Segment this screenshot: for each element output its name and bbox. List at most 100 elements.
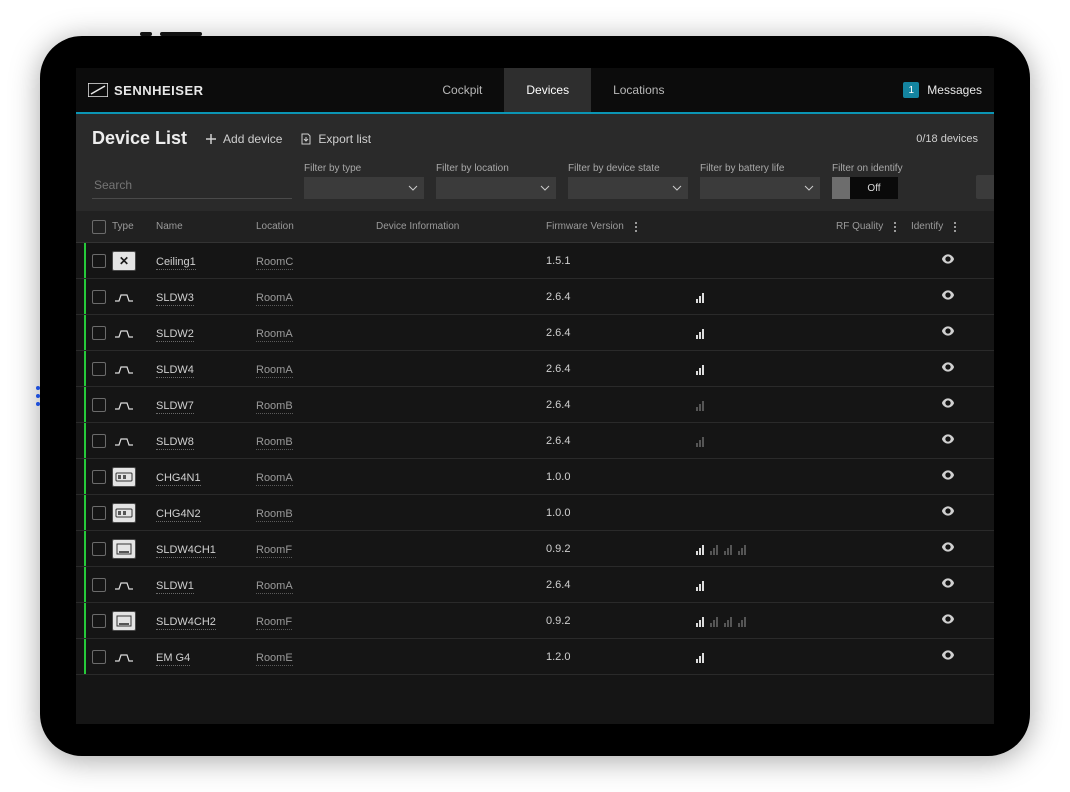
rf-cell: [696, 291, 896, 303]
col-type[interactable]: Type: [112, 221, 156, 232]
device-name-link[interactable]: SLDW4: [156, 364, 194, 378]
col-identify[interactable]: Identify: [896, 221, 956, 232]
row-checkbox[interactable]: [92, 434, 106, 448]
export-list-button[interactable]: Export list: [300, 132, 371, 146]
filter-location-select[interactable]: [436, 177, 556, 199]
device-location-link[interactable]: RoomA: [256, 292, 293, 306]
row-checkbox[interactable]: [92, 650, 106, 664]
row-checkbox[interactable]: [92, 614, 106, 628]
table-row: SLDW3 RoomA 2.6.4: [76, 279, 994, 315]
device-type-mic-icon: [112, 287, 136, 307]
filter-type-select[interactable]: [304, 177, 424, 199]
device-location-link[interactable]: RoomF: [256, 616, 292, 630]
device-location-link[interactable]: RoomE: [256, 652, 293, 666]
identify-button[interactable]: [896, 467, 956, 486]
device-location-link[interactable]: RoomC: [256, 256, 293, 270]
tab-locations[interactable]: Locations: [591, 68, 686, 112]
row-checkbox[interactable]: [92, 326, 106, 340]
identify-button[interactable]: [896, 539, 956, 558]
identify-button[interactable]: [896, 323, 956, 342]
eye-icon: [940, 431, 956, 447]
device-location-link[interactable]: RoomB: [256, 400, 293, 414]
device-location-link[interactable]: RoomB: [256, 508, 293, 522]
firmware-cell: 2.6.4: [546, 435, 696, 447]
filter-state-label: Filter by device state: [568, 163, 688, 174]
device-name-link[interactable]: EM G4: [156, 652, 190, 666]
firmware-cell: 1.0.0: [546, 471, 696, 483]
device-name-link[interactable]: SLDW8: [156, 436, 194, 450]
eye-icon: [940, 611, 956, 627]
row-checkbox[interactable]: [92, 398, 106, 412]
device-location-link[interactable]: RoomA: [256, 328, 293, 342]
table-row: SLDW4 RoomA 2.6.4: [76, 351, 994, 387]
device-location-link[interactable]: RoomA: [256, 472, 293, 486]
firmware-cell: 2.6.4: [546, 363, 696, 375]
add-device-button[interactable]: Add device: [205, 132, 282, 146]
table-row: CHG4N2 RoomB 1.0.0: [76, 495, 994, 531]
col-name[interactable]: Name: [156, 221, 256, 232]
device-name-link[interactable]: SLDW1: [156, 580, 194, 594]
show-all-button[interactable]: Show all: [976, 175, 994, 199]
filter-identify-toggle[interactable]: Off: [832, 177, 952, 199]
identify-button[interactable]: [896, 503, 956, 522]
firmware-cell: 1.5.1: [546, 255, 696, 267]
rf-cell: [696, 435, 896, 447]
row-checkbox[interactable]: [92, 506, 106, 520]
messages-button[interactable]: 1 Messages: [903, 82, 982, 98]
eye-icon: [940, 395, 956, 411]
row-checkbox[interactable]: [92, 254, 106, 268]
col-info[interactable]: Device Information: [376, 221, 546, 232]
brand-logo: SENNHEISER: [88, 83, 204, 98]
row-checkbox[interactable]: [92, 290, 106, 304]
device-name-link[interactable]: SLDW3: [156, 292, 194, 306]
identify-button[interactable]: [896, 611, 956, 630]
identify-button[interactable]: [896, 251, 956, 270]
device-name-link[interactable]: CHG4N2: [156, 508, 201, 522]
device-name-link[interactable]: CHG4N1: [156, 472, 201, 486]
eye-icon: [940, 575, 956, 591]
eye-icon: [940, 503, 956, 519]
col-rf[interactable]: RF Quality: [696, 221, 896, 232]
filter-location-label: Filter by location: [436, 163, 556, 174]
signal-bars-icon: [696, 615, 704, 627]
filter-type-label: Filter by type: [304, 163, 424, 174]
filter-battery-select[interactable]: [700, 177, 820, 199]
firmware-cell: 1.0.0: [546, 507, 696, 519]
signal-bars-icon: [724, 543, 732, 555]
select-all-checkbox[interactable]: [92, 220, 106, 234]
filter-state-select[interactable]: [568, 177, 688, 199]
firmware-cell: 2.6.4: [546, 291, 696, 303]
table-row: SLDW8 RoomB 2.6.4: [76, 423, 994, 459]
col-location[interactable]: Location: [256, 221, 376, 232]
identify-button[interactable]: [896, 359, 956, 378]
device-location-link[interactable]: RoomF: [256, 544, 292, 558]
identify-button[interactable]: [896, 575, 956, 594]
row-checkbox[interactable]: [92, 542, 106, 556]
rf-cell: [696, 579, 896, 591]
device-location-link[interactable]: RoomA: [256, 364, 293, 378]
identify-button[interactable]: [896, 395, 956, 414]
device-name-link[interactable]: SLDW7: [156, 400, 194, 414]
device-name-link[interactable]: SLDW4CH1: [156, 544, 216, 558]
device-location-link[interactable]: RoomA: [256, 580, 293, 594]
col-firmware[interactable]: Firmware Version: [546, 221, 696, 232]
device-type-receiver-icon: [112, 539, 136, 559]
identify-button[interactable]: [896, 287, 956, 306]
device-type-charger-icon: [112, 503, 136, 523]
device-location-link[interactable]: RoomB: [256, 436, 293, 450]
device-name-link[interactable]: SLDW4CH2: [156, 616, 216, 630]
row-checkbox[interactable]: [92, 578, 106, 592]
tab-cockpit[interactable]: Cockpit: [420, 68, 504, 112]
identify-button[interactable]: [896, 431, 956, 450]
device-name-link[interactable]: SLDW2: [156, 328, 194, 342]
row-checkbox[interactable]: [92, 470, 106, 484]
identify-button[interactable]: [896, 647, 956, 666]
toggle-off-label: Off: [850, 177, 898, 199]
device-table: Type Name Location Device Information Fi…: [76, 211, 994, 724]
search-input[interactable]: [92, 172, 292, 199]
row-checkbox[interactable]: [92, 362, 106, 376]
device-name-link[interactable]: Ceiling1: [156, 256, 196, 270]
eye-icon: [940, 467, 956, 483]
device-type-mic-icon: [112, 359, 136, 379]
tab-devices[interactable]: Devices: [504, 68, 591, 112]
